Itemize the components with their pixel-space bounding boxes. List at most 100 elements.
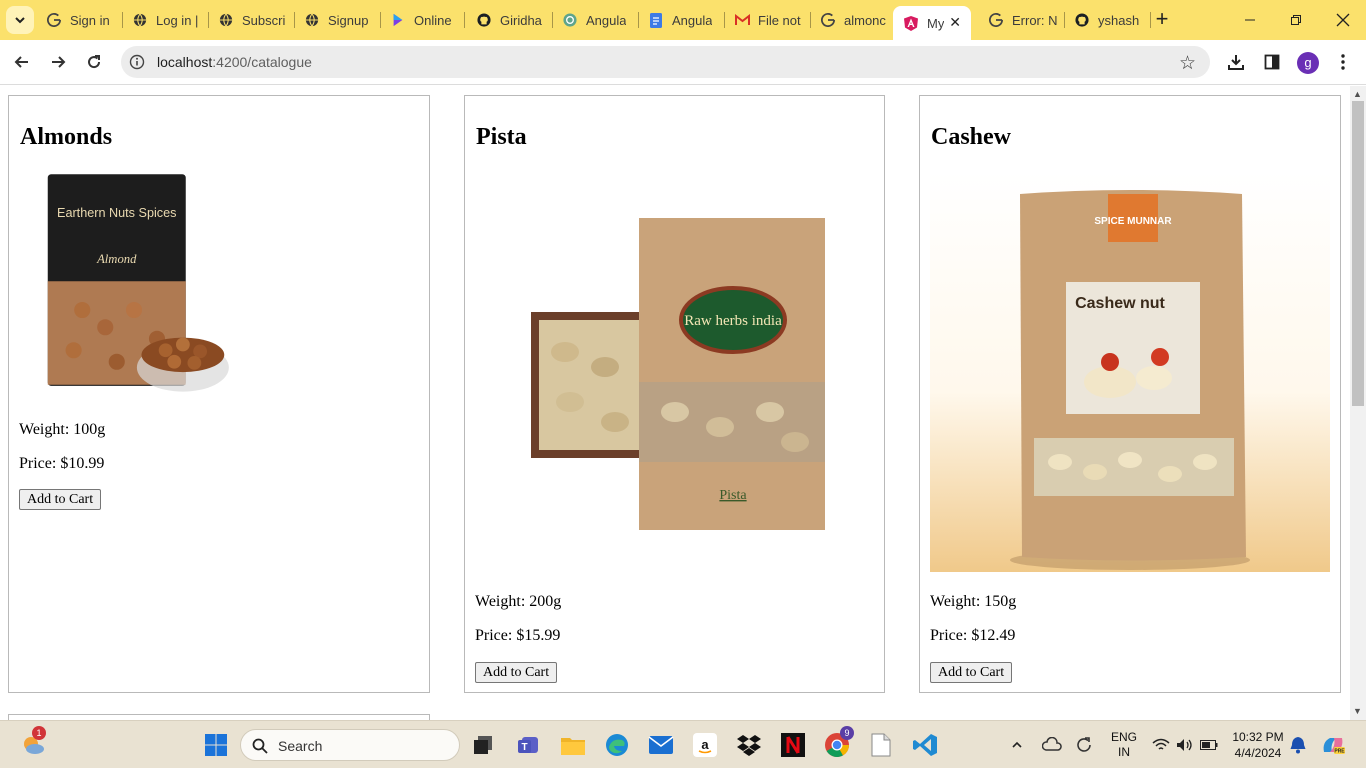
amazon-app[interactable]: a [689,729,721,761]
notepad-app[interactable] [865,729,897,761]
chrome-app[interactable]: 9 [821,726,854,761]
volume-tray[interactable] [1174,729,1196,761]
windows-taskbar: 1 Search T a 9 ENG IN 10:32 PM 4/4/2024 … [0,720,1366,768]
tab-title: Giridha [500,12,542,28]
restore-button[interactable] [1273,0,1319,40]
onedrive-tray[interactable] [1038,729,1066,761]
bookmark-star-icon[interactable]: ☆ [1179,52,1196,75]
mail-app[interactable] [645,729,677,761]
tab-title: File not [758,12,801,28]
onedrive-sync-icon [1042,737,1062,751]
tab-title: Online [414,12,452,28]
page-scrollbar[interactable]: ▲ ▼ [1350,86,1366,720]
product-name: Almonds [20,124,113,150]
svg-text:a: a [701,737,709,752]
add-to-cart-button[interactable]: Add to Cart [19,489,102,510]
edge-app[interactable] [601,729,633,761]
product-price: Price: $12.49 [930,627,1016,644]
add-to-cart-button[interactable]: Add to Cart [475,662,558,683]
side-panel-icon [1264,54,1280,70]
start-button[interactable] [200,729,232,761]
task-view-button[interactable] [467,729,499,761]
page-viewport: Almonds Earthern Nuts Spices Almond Weig… [0,86,1350,720]
notifications-button[interactable] [1286,729,1310,761]
profile-avatar[interactable]: g [1297,52,1319,74]
dropbox-icon [737,735,761,756]
search-icon [252,738,268,754]
minimize-button[interactable] [1227,0,1273,40]
reload-button[interactable] [80,48,108,76]
minimize-icon [1245,19,1255,21]
site-info-icon[interactable] [129,54,145,70]
edge-icon [606,734,628,756]
browser-toolbar: localhost:4200/catalogue ☆ [0,40,1366,85]
tab[interactable]: Error: N [978,0,1064,40]
forward-button[interactable] [44,48,72,76]
tab[interactable]: yshash [1064,0,1150,40]
wifi-tray[interactable] [1150,729,1172,761]
new-tab-button[interactable]: + [1150,8,1174,32]
product-card-cashew: Cashew SPICE MUNNAR Cashew nut Weight: 1… [919,95,1341,693]
product-weight: Weight: 150g [930,593,1017,610]
teams-app[interactable]: T [513,729,545,761]
scrollbar-thumb[interactable] [1352,101,1364,406]
taskbar-search[interactable]: Search [240,729,460,761]
tab[interactable]: Angula [638,0,724,40]
canva-icon [390,12,406,28]
widgets-button[interactable]: 1 [17,726,49,761]
add-to-cart-button[interactable]: Add to Cart [930,662,1013,683]
back-button[interactable] [8,48,36,76]
battery-tray[interactable] [1198,729,1220,761]
tab[interactable]: Angula [552,0,638,40]
tab-active[interactable]: My ✕ [893,6,971,40]
downloads-button[interactable] [1224,50,1248,74]
arrow-left-icon [14,56,28,68]
scroll-down-icon[interactable]: ▼ [1353,706,1362,716]
pista-pouch-image: Raw herbs india Pista [531,218,825,530]
tab[interactable]: Online [380,0,464,40]
dropbox-app[interactable] [733,729,765,761]
tab[interactable]: Signup [294,0,380,40]
language-code: ENG [1111,730,1138,744]
reload-icon [88,55,101,69]
svg-text:T: T [521,742,527,753]
tab[interactable]: Giridha [466,0,552,40]
vscode-app[interactable] [909,729,941,761]
google-g-icon [820,12,836,28]
tab[interactable]: Sign in [36,0,122,40]
bell-icon [1290,737,1306,754]
copilot-button[interactable]: PRE [1318,729,1348,761]
tab-search-button[interactable] [6,6,34,34]
tab[interactable]: Log in | [122,0,208,40]
browser-menu-button[interactable] [1331,50,1355,74]
close-window-button[interactable] [1320,0,1366,40]
tab[interactable]: File not [724,0,810,40]
package-label: Almond [96,252,137,266]
tab-title: Sign in [70,12,110,28]
chatgpt-icon [562,12,578,28]
tab[interactable]: almonc [810,0,896,40]
side-panel-button[interactable] [1260,50,1284,74]
product-weight: Weight: 200g [475,593,562,610]
show-hidden-icons-button[interactable] [1005,729,1029,761]
product-card-pista: Pista Raw herbs india Pista Weight: 200g… [464,95,885,693]
clock-time: 10:32 PM [1232,730,1284,744]
netflix-app[interactable] [777,729,809,761]
tab[interactable]: Subscri [208,0,294,40]
package-text: Raw herbs india [684,313,782,329]
speaker-icon [1177,739,1192,751]
close-tab-icon[interactable]: ✕ [949,14,961,31]
sync-tray[interactable] [1070,729,1098,761]
taskbar-search-label: Search [278,738,323,754]
taskbar-clock[interactable]: 10:32 PM 4/4/2024 [1226,729,1290,761]
chevron-down-icon [15,17,25,24]
address-bar[interactable]: localhost:4200/catalogue ☆ [121,46,1210,78]
file-explorer-app[interactable] [557,729,589,761]
product-price: Price: $15.99 [475,627,561,644]
language-indicator[interactable]: ENG IN [1111,730,1137,760]
angular-icon [903,15,919,31]
chevron-up-icon [1012,741,1022,748]
url-text[interactable]: localhost:4200/catalogue [157,54,312,70]
widgets-badge: 1 [32,726,46,740]
scroll-up-icon[interactable]: ▲ [1353,89,1362,99]
